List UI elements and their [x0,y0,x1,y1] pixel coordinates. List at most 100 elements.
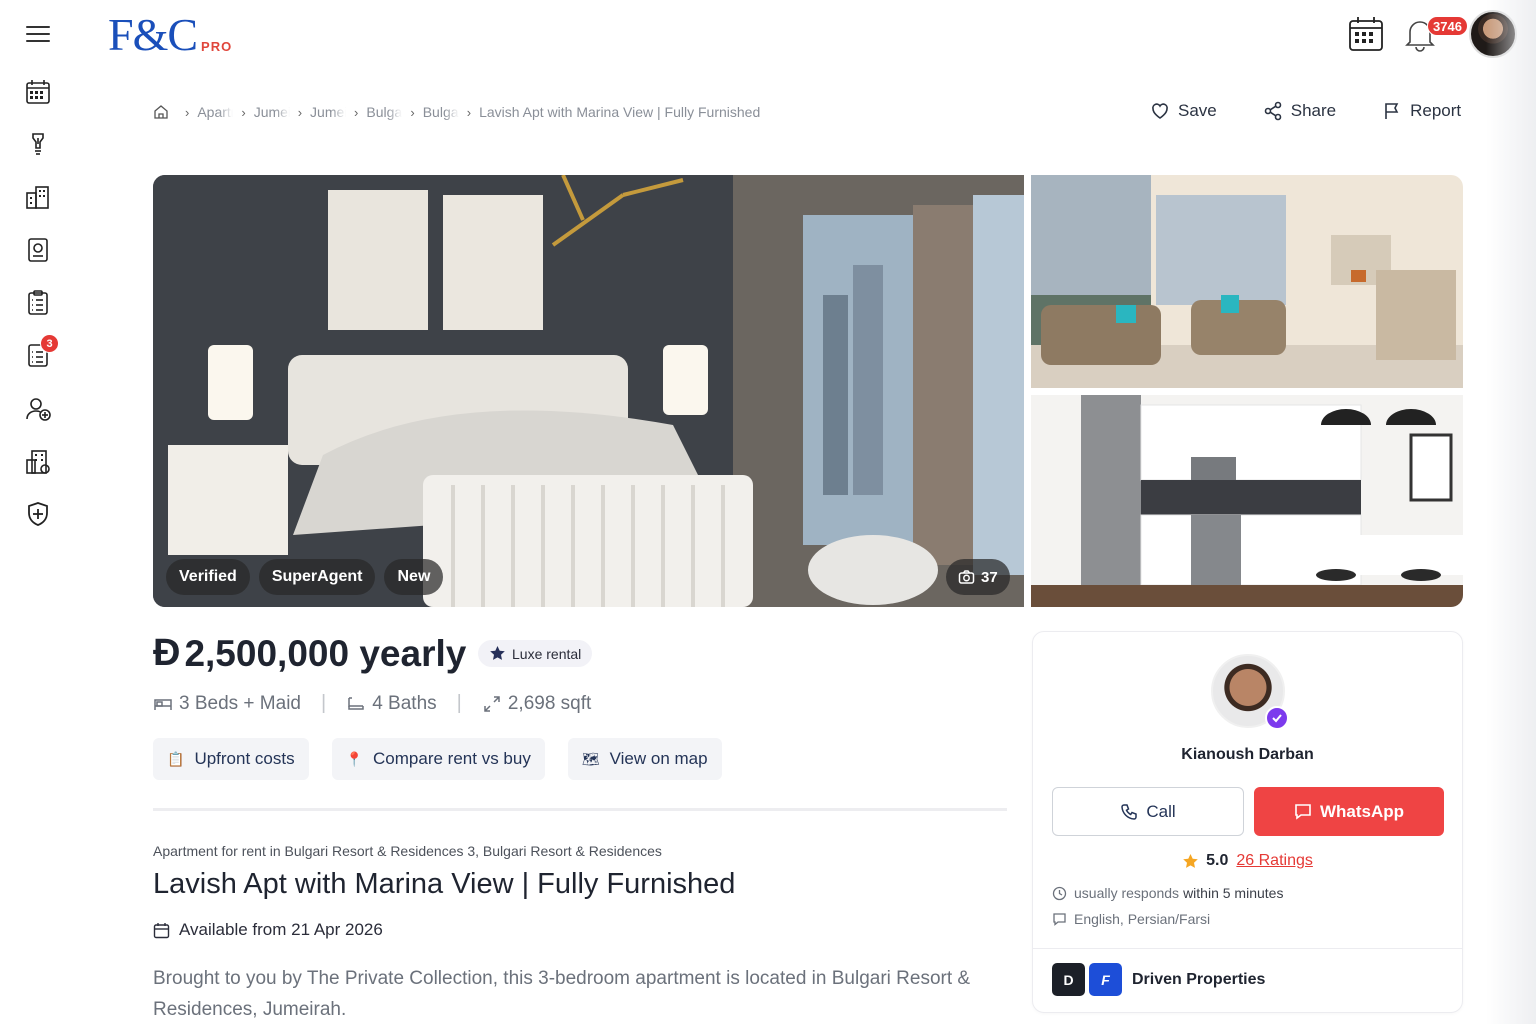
agency-logo-f: F [1089,963,1122,996]
agency-link[interactable]: D F Driven Properties [1052,963,1265,996]
photo-count-button[interactable]: 37 [946,559,1010,595]
area-label: 2,698 sqft [507,692,592,714]
bulb-icon[interactable] [23,129,53,159]
kitchen-image [1031,395,1463,607]
star-icon [1183,853,1198,868]
call-button[interactable]: Call [1052,787,1244,836]
response-time: usually responds within 5 minutes [1052,885,1283,901]
section-divider [153,808,1007,811]
quick-links: 📋 Upfront costs 📍 Compare rent vs buy 🗺 … [153,738,745,780]
passport-icon[interactable] [23,235,53,265]
beds-label: 3 Beds + Maid [179,692,301,714]
compare-rent-buy-button[interactable]: 📍 Compare rent vs buy [331,738,545,780]
superagent-tag: SuperAgent [258,559,376,595]
logo-sub-text: PRO [201,39,233,54]
agent-rating: 5.0 26 Ratings [1033,852,1462,870]
home-icon[interactable] [153,104,169,120]
availability: Available from 21 Apr 2026 [153,920,383,940]
pin-icon: 📍 [345,750,364,767]
breadcrumb-current: Lavish Apt with Marina View | Fully Furn… [479,104,761,120]
camera-icon [958,569,975,584]
report-button[interactable]: Report [1382,101,1461,121]
listing-actions: Save Share Report [1150,101,1507,121]
call-label: Call [1146,801,1176,821]
currency-symbol: Đ [153,632,181,674]
main-photo-bedroom[interactable] [153,175,1024,607]
living-room-image [1031,175,1463,388]
shield-icon[interactable] [23,499,53,529]
share-button[interactable]: Share [1263,101,1336,121]
verified-check-icon [1265,706,1289,730]
rating-score: 5.0 [1206,852,1229,869]
photo-kitchen[interactable] [1031,395,1463,607]
chevron-right-icon: › [185,104,190,120]
bedroom-image [153,175,1024,607]
brand-logo[interactable]: F&C PRO [108,10,232,60]
photo-count: 37 [981,568,998,586]
languages-value: English, Persian/Farsi [1074,911,1211,927]
availability-label: Available from 21 Apr 2026 [179,920,383,939]
spec-divider: | [321,692,327,714]
price: Đ 2,500,000 yearly [153,632,466,675]
star-icon [490,646,505,660]
chevron-right-icon: › [354,104,359,120]
user-add-icon[interactable] [23,394,53,424]
area-spec: 2,698 sqft [482,693,591,715]
checklist-icon[interactable] [23,288,53,318]
phone-icon [1121,803,1138,820]
ratings-link[interactable]: 26 Ratings [1236,852,1313,870]
upfront-costs-button[interactable]: 📋 Upfront costs [153,738,309,780]
baths-label: 4 Baths [372,692,437,714]
breadcrumb-item[interactable]: Bulgari Resort & Residences 3 [423,104,459,120]
response-time-value: within 5 minutes [1183,885,1284,901]
breadcrumb-item[interactable]: Apartments [197,104,233,120]
tasks-badge: 3 [40,334,59,353]
agency-name: Driven Properties [1132,970,1266,988]
menu-icon[interactable] [26,26,50,42]
share-icon [1264,101,1282,121]
notification-count-badge: 3746 [1427,16,1468,36]
receipt-icon: 📋 [167,750,185,767]
response-prefix: usually responds [1074,885,1180,901]
upfront-costs-label: Upfront costs [194,749,295,768]
whatsapp-button[interactable]: WhatsApp [1254,787,1444,836]
chevron-right-icon: › [241,104,246,120]
buildings-icon[interactable] [23,182,53,212]
listing-location: Apartment for rent in Bulgari Resort & R… [153,843,662,859]
calendar-icon[interactable] [1347,15,1385,53]
breadcrumb-item[interactable]: Jumeirah [254,104,290,120]
price-value: 2,500,000 yearly [184,632,467,674]
verified-tag: Verified [166,559,250,595]
chevron-right-icon: › [466,104,472,120]
bed-icon [154,698,172,710]
luxe-rental-label: Luxe rental [512,645,582,662]
city-money-icon[interactable] [23,447,53,477]
photo-living-room[interactable] [1031,175,1463,388]
logo-main-text: F&C [108,9,198,60]
breadcrumb: › Apartments › Jumeirah › Jumeirah › Bul… [153,104,760,120]
save-label: Save [1178,101,1217,120]
breadcrumb-item[interactable]: Jumeirah [310,104,346,120]
breadcrumb-item[interactable]: Bulgari Resort & Residences [366,104,402,120]
languages: English, Persian/Farsi [1052,911,1210,927]
view-on-map-label: View on map [609,749,708,768]
clock-icon [1052,886,1067,900]
map-icon: 🗺 [581,750,600,767]
bath-icon [348,696,364,710]
agency-logo-d: D [1052,963,1085,996]
calendar-icon[interactable] [23,77,53,107]
luxe-rental-badge: Luxe rental [478,640,593,667]
agent-name[interactable]: Kianoush Darban [1033,746,1462,764]
speech-bubble-icon [1053,912,1066,926]
agent-card: Kianoush Darban Call WhatsApp 5.0 26 Rat… [1032,631,1463,1013]
baths-spec: 4 Baths [346,692,437,715]
page-edge-shadow [1486,0,1536,1024]
save-button[interactable]: Save [1150,101,1217,121]
chevron-right-icon: › [410,104,415,120]
expand-icon [484,695,500,712]
spec-divider: | [456,692,462,714]
view-on-map-button[interactable]: 🗺 View on map [567,738,722,780]
card-divider [1033,948,1462,949]
share-label: Share [1290,101,1337,120]
new-tag: New [384,559,444,595]
